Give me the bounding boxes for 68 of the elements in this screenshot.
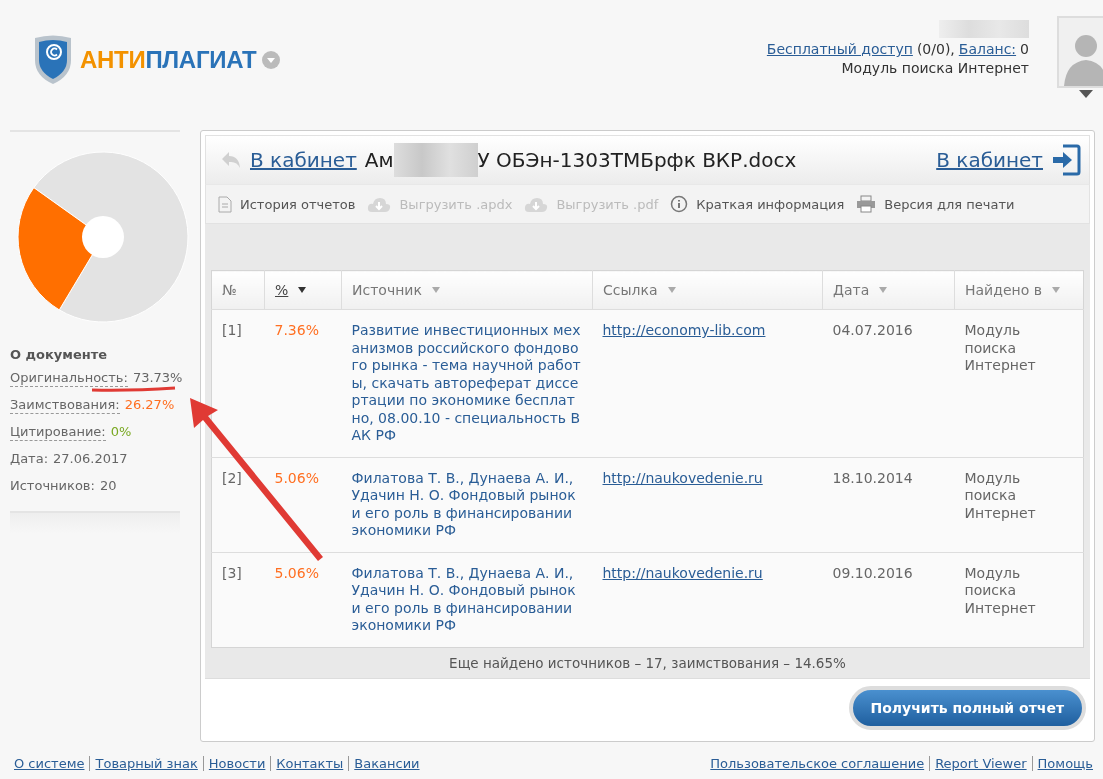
more-sources-text: Еще найдено источников – 17, заимствования – 14.65% [449,654,846,671]
source-title[interactable]: Филатова Т. В., Дунаева А. И., Удачин Н. О. Фондовый рынок и его роль в финансировании экономики РФ [351,564,583,635]
free-access-link[interactable]: Бесплатный доступ [766,41,913,57]
footer-link[interactable]: Новости [202,756,266,771]
search-module-label: Модуль поиска Интернет [841,60,1029,76]
footer-link[interactable]: Помощь [1031,756,1093,771]
found-in-cell-text: Модуль поиска Интернет [964,322,1037,375]
date-cell: 09.10.2016 [832,564,913,581]
column-header[interactable]: Дата [833,282,888,298]
footer-link[interactable]: Контакты [270,756,344,771]
info-icon [670,195,689,213]
logo-wordmark[interactable]: АНТИПЛАГИАТ [80,46,257,74]
stat-value: 26.27% [124,397,175,413]
balance-link[interactable]: Баланс: [958,41,1017,57]
back-arrow-icon[interactable] [220,150,242,170]
section-heading: О документе [10,347,109,362]
document-icon [218,195,232,213]
stat-value: 20 [99,478,117,494]
footer-link[interactable]: Вакансии [348,756,420,771]
source-title[interactable]: Филатова Т. В., Дунаева А. И., Удачин Н. О. Фондовый рынок и его роль в финансировании экономики РФ [351,469,583,540]
stat-label: Источников: [10,478,95,494]
footer-link[interactable]: Товарный знак [89,756,198,771]
stat-value: 0% [110,424,132,440]
sort-arrow-icon[interactable] [298,287,307,293]
cloud-download-icon [367,195,392,213]
row-number: [3] [222,564,242,581]
term-link[interactable]: Заимствования: [10,397,120,414]
toolbar-button[interactable]: История отчетов [218,195,356,213]
source-title[interactable]: Развитие инвестиционных механизмов российского фондового рынка - тема научной работы, скачать автореферат диссертации по экономике бесплатно, 08.00.10 - специальность ВАК РФ [351,322,583,445]
cabinet-link[interactable]: В кабинет [250,148,357,172]
cabinet-link[interactable]: В кабинет [936,148,1043,172]
term-link[interactable]: Оригинальность: [10,370,128,387]
caret-icon[interactable] [1079,90,1093,98]
column-header[interactable]: Ссылка [603,282,676,298]
balance-value: 0 [1020,41,1029,57]
source-link[interactable]: http://naukovedenie.ru [602,469,763,486]
stat-value: 27.06.2017 [53,451,128,467]
row-number: [1] [222,322,242,338]
printer-icon [856,195,877,213]
toolbar-button[interactable]: Краткая информация [670,195,845,213]
free-access-count: (0/0), [916,41,955,57]
source-link[interactable]: http://economy-lib.com [602,322,766,338]
cloud-download-icon [524,195,549,213]
exit-icon[interactable] [1051,144,1081,176]
footer-link[interactable]: Report Viewer [929,756,1027,771]
column-header[interactable]: % [275,282,307,298]
found-in-cell-text: Модуль поиска Интернет [964,469,1037,522]
footer-link[interactable]: Пользовательское соглашение [710,756,925,771]
shield-logo-icon [32,34,74,86]
match-percent: 5.06% [274,564,319,581]
match-percent: 7.36% [274,322,319,338]
found-in-cell-text: Модуль поиска Интернет [964,564,1037,617]
document-title-end: У ОБЭн-1303ТМБрфк ВКР.docx [477,148,797,172]
row-number: [2] [222,469,242,486]
footer-link[interactable]: О системе [14,756,85,771]
stat-label: Дата: [10,451,49,467]
column-header[interactable]: Источник [352,282,440,298]
term-link[interactable]: Цитирование: [10,424,106,441]
document-title-start: Ам [364,148,394,172]
toolbar-button[interactable]: Версия для печати [856,195,1015,213]
dropdown-icon[interactable] [262,51,281,69]
date-cell: 18.10.2014 [832,469,913,486]
date-cell: 04.07.2016 [832,322,913,338]
column-header[interactable]: № [222,282,237,298]
match-percent: 5.06% [274,469,319,486]
source-link[interactable]: http://naukovedenie.ru [602,564,763,581]
stat-value: 73.73% [132,370,183,386]
full-report-button[interactable]: Получить полный отчет [848,685,1086,730]
